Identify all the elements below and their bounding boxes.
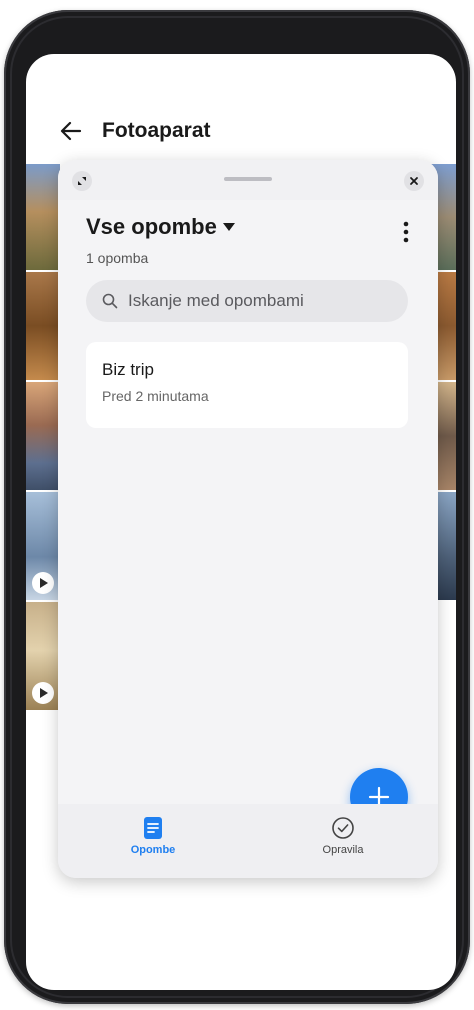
search-icon [102,293,118,309]
notes-count: 1 opomba [86,250,149,266]
tab-tasks-label: Opravila [322,844,364,856]
caret-down-icon [222,223,235,231]
check-circle-icon [332,817,354,839]
photo-thumbnail[interactable] [26,272,60,380]
note-icon [144,817,162,839]
notes-title: Vse opombe [86,214,217,239]
drag-handle[interactable] [224,177,272,181]
play-icon [32,572,54,594]
note-list-item[interactable]: Biz trip Pred 2 minutama [86,342,408,428]
app-header: Fotoaparat [26,108,456,156]
photo-thumbnail[interactable] [26,164,60,270]
tab-tasks[interactable]: Opravila [248,804,438,878]
tab-notes[interactable]: Opombe [58,804,248,878]
video-thumbnail[interactable] [26,492,60,600]
notes-floating-window: Vse opombe 1 opomba Iskanje med opombami [58,160,438,878]
window-title-bar[interactable] [58,160,438,200]
app-title: Fotoaparat [102,119,211,142]
search-placeholder: Iskanje med opombami [128,291,304,310]
video-thumbnail[interactable] [26,602,60,710]
arrow-left-icon[interactable] [58,118,84,144]
bottom-navigation: Opombe Opravila [58,804,438,878]
play-icon [32,682,54,704]
tab-notes-label: Opombe [130,844,176,856]
search-input[interactable]: Iskanje med opombami [86,280,408,322]
screen: Fotoaparat Vse opombe 1 opomba Iskanje m… [26,54,456,990]
note-title: Biz trip [102,360,154,379]
resize-icon[interactable] [72,171,92,191]
notes-filter-dropdown[interactable]: Vse opombe [86,214,235,240]
photo-strip-left [26,164,60,710]
photo-thumbnail[interactable] [26,382,60,490]
close-icon[interactable] [404,171,424,191]
more-vertical-icon[interactable] [396,218,416,246]
phone-frame: Fotoaparat Vse opombe 1 opomba Iskanje m… [4,10,470,1004]
note-timestamp: Pred 2 minutama [102,388,209,404]
